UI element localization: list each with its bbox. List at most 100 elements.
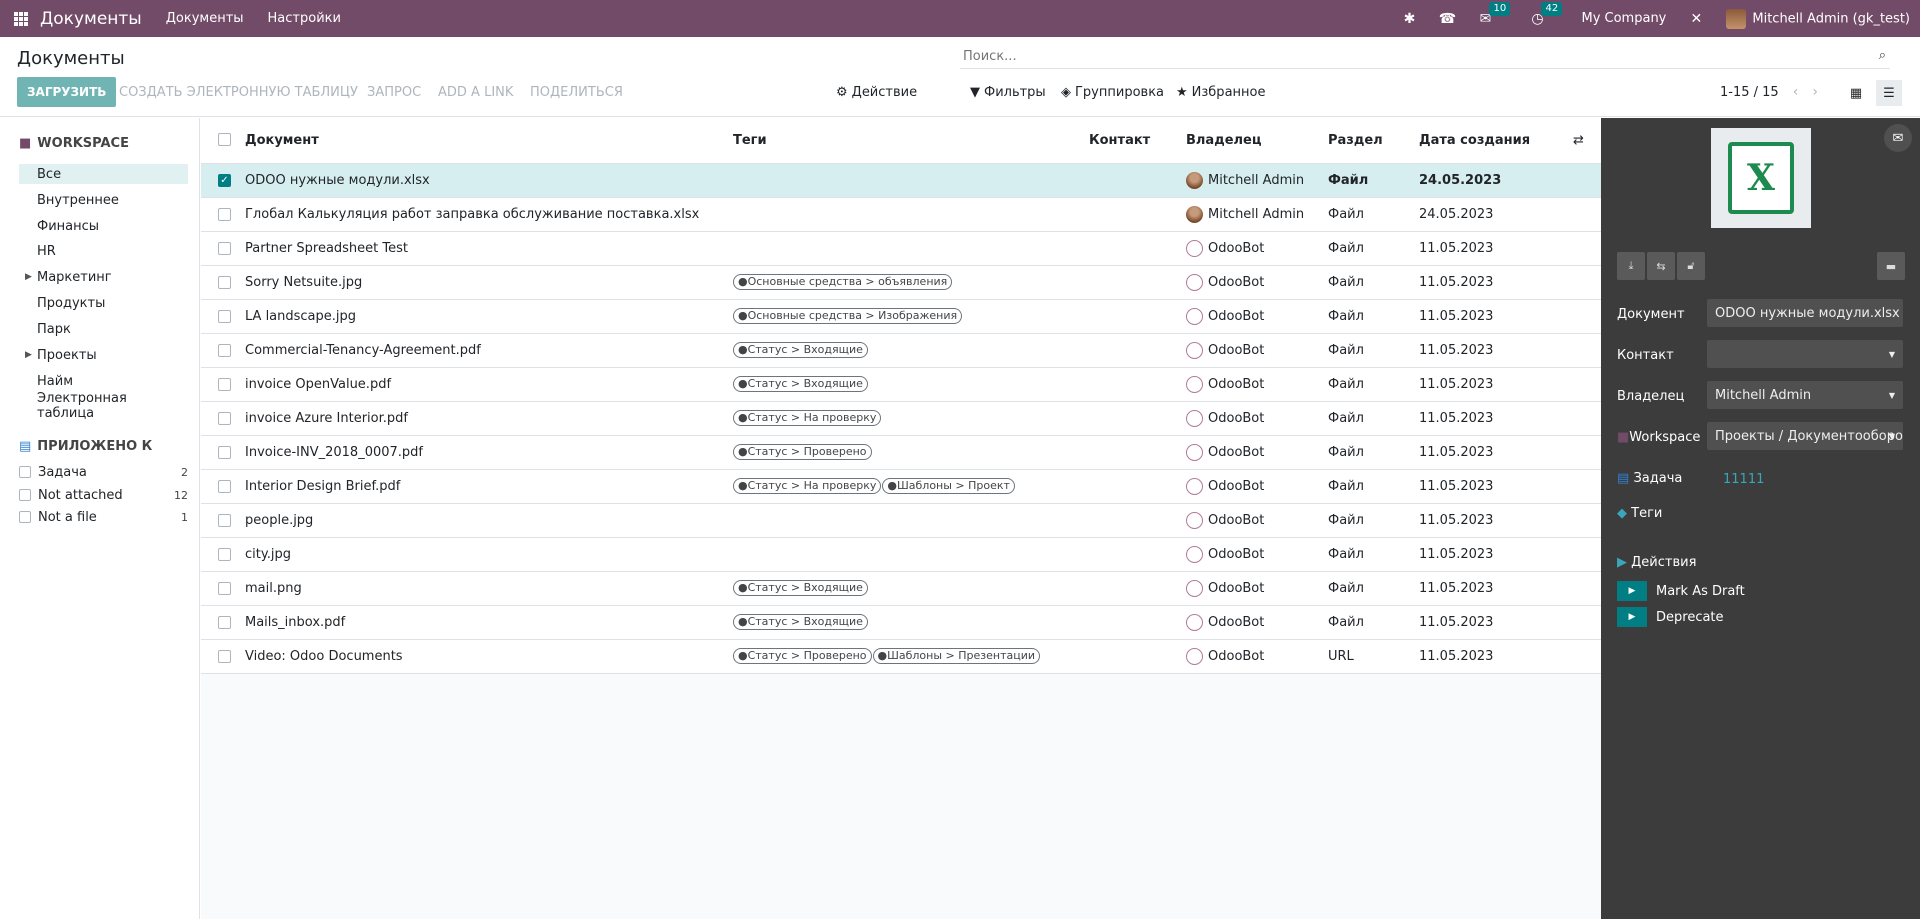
contact-field[interactable]: ▼ <box>1707 340 1903 368</box>
row-checkbox[interactable]: ✓ <box>218 174 231 187</box>
row-checkbox[interactable] <box>218 582 231 595</box>
row-checkbox[interactable] <box>218 378 231 391</box>
play-icon[interactable]: ▶ <box>1617 581 1647 601</box>
table-row[interactable]: Invoice-INV_2018_0007.pdf ●Статус > Прове… <box>201 436 1601 470</box>
pager-previous-icon[interactable]: ‹ <box>1793 84 1799 100</box>
action-mark-as-draft[interactable]: ▶ Mark As Draft <box>1617 581 1745 601</box>
sidebar-item-marketing[interactable]: ▶ Маркетинг <box>19 267 188 287</box>
row-checkbox[interactable] <box>218 412 231 425</box>
play-icon[interactable]: ▶ <box>1617 607 1647 627</box>
group-by-dropdown[interactable]: ◈ Группировка <box>1061 77 1164 107</box>
upload-button[interactable]: ЗАГРУЗИТЬ <box>17 77 117 107</box>
row-checkbox[interactable] <box>218 650 231 663</box>
filters-dropdown[interactable]: ▼ Фильтры <box>970 77 1046 107</box>
document-thumbnail[interactable]: X <box>1711 128 1811 228</box>
bug-icon[interactable]: ✱ <box>1401 11 1417 27</box>
row-checkbox[interactable] <box>218 480 231 493</box>
row-checkbox[interactable] <box>218 446 231 459</box>
app-title[interactable]: Документы <box>40 9 142 29</box>
sidebar-item-projects[interactable]: ▶ Проекты <box>19 345 188 365</box>
menu-documents[interactable]: Документы <box>166 11 244 26</box>
phone-icon[interactable]: ☎ <box>1439 11 1456 27</box>
task-link[interactable]: 11111 <box>1723 472 1764 487</box>
column-created[interactable]: Дата создания <box>1419 133 1530 148</box>
row-checkbox[interactable] <box>218 310 231 323</box>
column-contact[interactable]: Контакт <box>1089 133 1150 148</box>
table-row[interactable]: invoice Azure Interior.pdf ●Статус > На п… <box>201 402 1601 436</box>
document-name: Invoice-INV_2018_0007.pdf <box>245 445 424 460</box>
apps-menu-icon[interactable] <box>14 11 28 26</box>
filter-checkbox[interactable] <box>19 466 31 478</box>
owner-field[interactable]: Mitchell Admin ▼ <box>1707 381 1903 409</box>
table-row[interactable]: invoice OpenValue.pdf ●Статус > Входящие O… <box>201 368 1601 402</box>
sidebar-item-hr[interactable]: HR <box>19 241 188 261</box>
table-row[interactable]: ✓ ODOO нужные модули.xlsx Mitchell Admin Фа… <box>201 164 1601 198</box>
lock-icon[interactable]: 🔓︎ <box>1677 252 1705 280</box>
search-icon[interactable]: ⌕ <box>1879 48 1886 63</box>
row-checkbox[interactable] <box>218 208 231 221</box>
table-row[interactable]: Глобал Калькуляция работ заправка обслуж… <box>201 198 1601 232</box>
table-row[interactable]: Mails_inbox.pdf ●Статус > Входящие OdooBot… <box>201 606 1601 640</box>
kanban-view-icon[interactable]: ▦ <box>1843 80 1869 106</box>
caret-right-icon[interactable]: ▶ <box>25 350 32 360</box>
filter-not-attached[interactable]: Not attached 12 <box>19 485 188 505</box>
share-button[interactable]: ПОДЕЛИТЬСЯ <box>530 77 623 107</box>
sidebar-item-finance[interactable]: Финансы <box>19 216 188 236</box>
workspace-field[interactable]: Проекты / Документооборот ▼ <box>1707 422 1903 450</box>
row-checkbox[interactable] <box>218 344 231 357</box>
column-tags[interactable]: Теги <box>733 133 767 148</box>
archive-icon[interactable]: ▬ <box>1877 252 1905 280</box>
row-checkbox[interactable] <box>218 514 231 527</box>
chat-icon[interactable]: ✉ 10 <box>1477 1 1511 27</box>
action-deprecate[interactable]: ▶ Deprecate <box>1617 607 1724 627</box>
create-spreadsheet-button[interactable]: СОЗДАТЬ ЭЛЕКТРОННУЮ ТАБЛИЦУ <box>119 77 358 107</box>
sidebar-item-spreadsheet[interactable]: Электронная таблица <box>19 391 188 421</box>
table-row[interactable]: people.jpg OdooBot Файл 11.05.2023 <box>201 504 1601 538</box>
row-checkbox[interactable] <box>218 242 231 255</box>
replace-icon[interactable]: ⇆ <box>1647 252 1675 280</box>
chatter-icon[interactable]: ✉ <box>1884 124 1912 152</box>
caret-right-icon[interactable]: ▶ <box>25 272 32 282</box>
optional-columns-icon[interactable]: ⇄ <box>1573 133 1584 148</box>
table-row[interactable]: city.jpg OdooBot Файл 11.05.2023 <box>201 538 1601 572</box>
row-checkbox[interactable] <box>218 548 231 561</box>
sidebar-item-recruitment[interactable]: Найм <box>19 371 188 391</box>
sidebar-item-products[interactable]: Продукты <box>19 293 188 313</box>
sidebar-item-internal[interactable]: Внутреннее <box>19 190 188 210</box>
filter-checkbox[interactable] <box>19 489 31 501</box>
search-input[interactable] <box>960 45 1890 67</box>
request-button[interactable]: ЗАПРОС <box>367 77 421 107</box>
table-row[interactable]: Video: Odoo Documents ●Статус > Проверено… <box>201 640 1601 674</box>
action-dropdown[interactable]: ⚙ Действие <box>836 77 917 107</box>
table-row[interactable]: Commercial-Tenancy-Agreement.pdf ●Статус … <box>201 334 1601 368</box>
table-row[interactable]: Partner Spreadsheet Test OdooBot Файл 11.05… <box>201 232 1601 266</box>
table-row[interactable]: Interior Design Brief.pdf ●Статус > На пр… <box>201 470 1601 504</box>
table-row[interactable]: mail.png ●Статус > Входящие OdooBot Файл 11.… <box>201 572 1601 606</box>
column-document[interactable]: Документ <box>245 133 319 148</box>
filter-checkbox[interactable] <box>19 511 31 523</box>
filter-task[interactable]: Задача 2 <box>19 462 188 482</box>
favorites-dropdown[interactable]: ★ Избранное <box>1176 77 1265 107</box>
document-name-field[interactable]: ODOO нужные модули.xlsx <box>1707 299 1903 327</box>
sidebar-item-fleet[interactable]: Парк <box>19 319 188 339</box>
list-view-icon[interactable]: ☰ <box>1876 80 1902 106</box>
filter-not-a-file[interactable]: Not a file 1 <box>19 507 188 527</box>
row-checkbox[interactable] <box>218 616 231 629</box>
pager-next-icon[interactable]: › <box>1812 84 1818 100</box>
add-link-button[interactable]: ADD A LINK <box>438 77 513 107</box>
activity-icon[interactable]: ◷ 42 <box>1529 1 1563 27</box>
row-checkbox[interactable] <box>218 276 231 289</box>
select-all-checkbox[interactable] <box>218 133 231 146</box>
download-icon[interactable]: ⤓ <box>1617 252 1645 280</box>
table-row[interactable]: Sorry Netsuite.jpg ●Основные средства > о… <box>201 266 1601 300</box>
tools-icon[interactable]: ✕ <box>1688 11 1704 27</box>
user-menu[interactable]: Mitchell Admin (gk_test) <box>1726 8 1910 29</box>
column-type[interactable]: Раздел <box>1328 133 1383 148</box>
sidebar-item-all[interactable]: Все <box>19 164 188 184</box>
table-row[interactable]: LA landscape.jpg ●Основные средства > Изо… <box>201 300 1601 334</box>
tags-field-label[interactable]: ◆ Теги <box>1617 506 1662 521</box>
company-switcher[interactable]: My Company <box>1581 11 1666 26</box>
menu-settings[interactable]: Настройки <box>268 11 341 26</box>
column-owner[interactable]: Владелец <box>1186 133 1262 148</box>
pager-value[interactable]: 1-15 / 15 <box>1720 85 1779 100</box>
